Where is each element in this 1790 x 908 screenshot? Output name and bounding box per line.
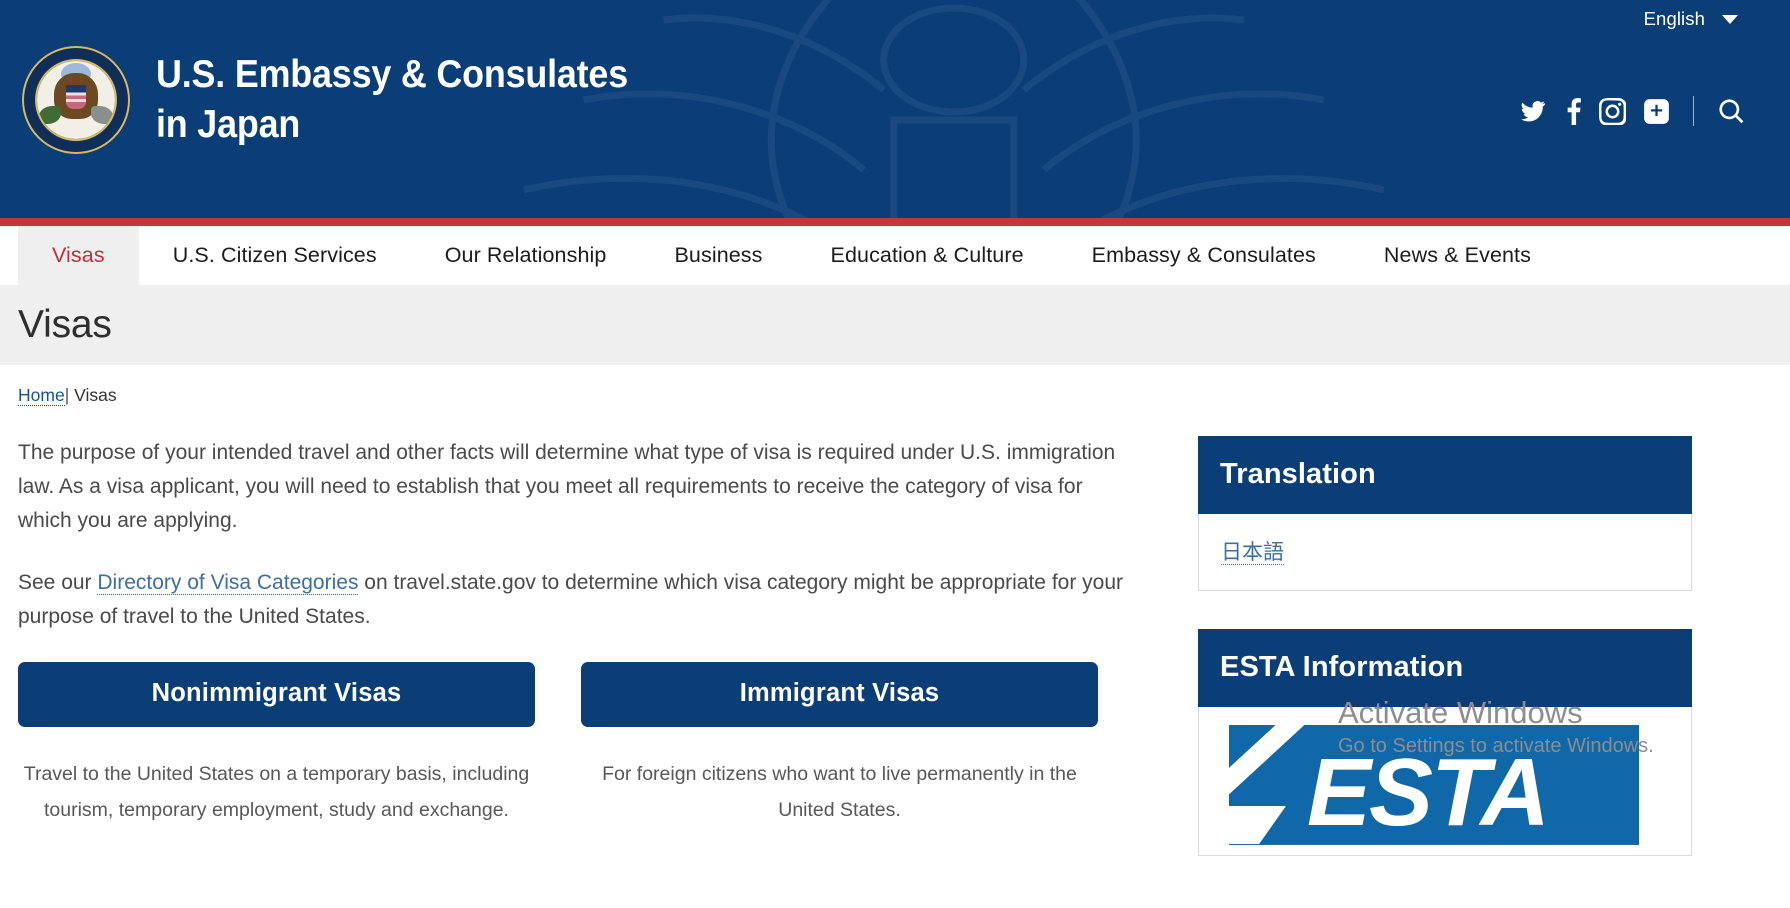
language-label: English <box>1643 8 1705 29</box>
directory-text-before: See our <box>18 571 98 595</box>
nonimmigrant-visas-button[interactable]: Nonimmigrant Visas <box>18 662 535 728</box>
esta-widget-title: ESTA Information <box>1198 629 1692 707</box>
site-brand[interactable]: U.S. Embassy & Consulates in Japan <box>22 46 669 154</box>
site-title-line1: U.S. Embassy & Consulates <box>156 53 628 97</box>
immigrant-visa-card: Immigrant Visas For foreign citizens who… <box>581 662 1098 828</box>
breadcrumb-current: Visas <box>74 385 117 405</box>
nav-item-visas[interactable]: Visas <box>18 226 139 285</box>
intro-paragraph: The purpose of your intended travel and … <box>18 441 1116 533</box>
nonimmigrant-visa-card: Nonimmigrant Visas Travel to the United … <box>18 662 535 828</box>
facebook-icon[interactable] <box>1565 97 1582 125</box>
page-title-band: Visas <box>0 285 1790 365</box>
breadcrumb-home-link[interactable]: Home <box>18 385 65 406</box>
accent-stripe <box>0 218 1790 226</box>
social-links <box>1518 96 1768 126</box>
site-title-line2: in Japan <box>156 103 301 146</box>
page-content: The purpose of your intended travel and … <box>0 406 1790 894</box>
esta-logo-image[interactable]: ESTA <box>1229 725 1639 845</box>
directory-of-visa-categories-link[interactable]: Directory of Visa Categories <box>97 571 359 596</box>
instagram-icon[interactable] <box>1599 97 1626 125</box>
translation-widget-body: 日本語 <box>1198 514 1692 591</box>
nav-item-our-relationship[interactable]: Our Relationship <box>411 226 641 285</box>
nav-item-education-culture[interactable]: Education & Culture <box>797 226 1058 285</box>
nav-item-us-citizen-services[interactable]: U.S. Citizen Services <box>139 226 411 285</box>
share-plus-icon[interactable] <box>1643 98 1670 125</box>
language-bar: English <box>22 0 1768 34</box>
twitter-icon[interactable] <box>1518 98 1548 124</box>
japanese-translation-link[interactable]: 日本語 <box>1221 541 1284 565</box>
main-column: The purpose of your intended travel and … <box>18 436 1138 894</box>
search-icon[interactable] <box>1717 97 1746 126</box>
page-title: Visas <box>18 303 112 346</box>
immigrant-visas-button[interactable]: Immigrant Visas <box>581 662 1098 728</box>
translation-widget-title: Translation <box>1198 436 1692 514</box>
translation-widget: Translation 日本語 <box>1198 436 1692 591</box>
sidebar: Translation 日本語 ESTA Information ESTA <box>1198 436 1692 894</box>
social-divider <box>1693 96 1694 126</box>
nonimmigrant-visas-description: Travel to the United States on a tempora… <box>23 763 530 821</box>
nav-item-embassy-consulates[interactable]: Embassy & Consulates <box>1058 226 1350 285</box>
esta-information-widget: ESTA Information ESTA <box>1198 629 1692 856</box>
immigrant-visas-description: For foreign citizens who want to live pe… <box>602 763 1077 821</box>
nav-item-news-events[interactable]: News & Events <box>1350 226 1565 285</box>
visa-category-buttons: Nonimmigrant Visas Travel to the United … <box>18 662 1138 828</box>
breadcrumb-separator: | <box>64 385 70 405</box>
directory-paragraph: See our Directory of Visa Categories on … <box>18 566 1133 634</box>
site-title: U.S. Embassy & Consulates in Japan <box>156 50 628 150</box>
main-navigation: Visas U.S. Citizen Services Our Relation… <box>0 226 1790 285</box>
nav-item-business[interactable]: Business <box>640 226 796 285</box>
esta-wordmark: ESTA <box>1307 739 1550 845</box>
department-of-state-seal-icon <box>22 46 130 154</box>
breadcrumb: Home| Visas <box>0 365 1790 406</box>
language-selector[interactable]: English <box>1644 8 1768 30</box>
site-header: English U.S. Embassy & Consulates in Jap… <box>0 0 1790 218</box>
esta-widget-body: ESTA <box>1198 707 1692 856</box>
chevron-down-icon <box>1722 14 1738 24</box>
